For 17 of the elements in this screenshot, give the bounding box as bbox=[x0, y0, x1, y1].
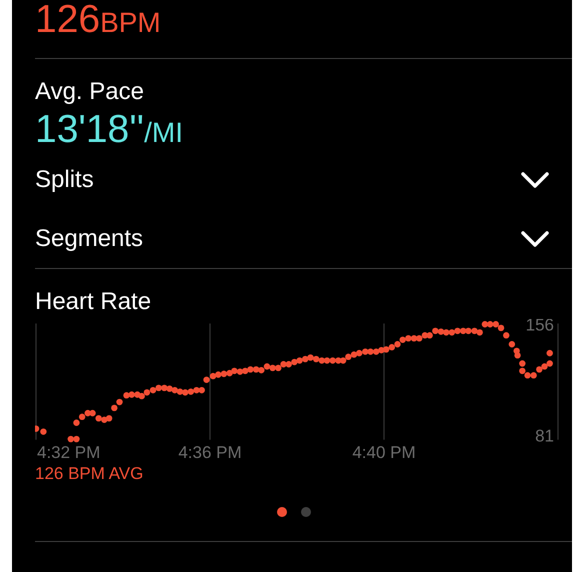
section-title[interactable]: Segments bbox=[35, 224, 144, 252]
pace-value: 13'18''/MI bbox=[35, 110, 183, 150]
axis-label: 156 bbox=[526, 319, 554, 334]
section-title[interactable]: Splits bbox=[35, 166, 94, 194]
chevron-down-icon[interactable] bbox=[520, 230, 550, 248]
chart-title: Heart Rate bbox=[35, 288, 152, 316]
average-label: 126 BPM AVG bbox=[35, 464, 144, 484]
data-point bbox=[546, 350, 553, 356]
axis-label: 4:40 PM bbox=[352, 443, 416, 462]
chevron-down-icon[interactable] bbox=[520, 170, 550, 188]
pace-label: Avg. Pace bbox=[35, 78, 144, 106]
axis-label: 4:32 PM bbox=[37, 443, 100, 462]
axis-label: 81 bbox=[535, 426, 554, 446]
page-dot[interactable] bbox=[276, 507, 286, 517]
axis-label: 4:36 PM bbox=[178, 443, 242, 462]
page-dot[interactable] bbox=[300, 507, 310, 517]
heart-rate-value: 126BPM bbox=[35, 0, 161, 40]
